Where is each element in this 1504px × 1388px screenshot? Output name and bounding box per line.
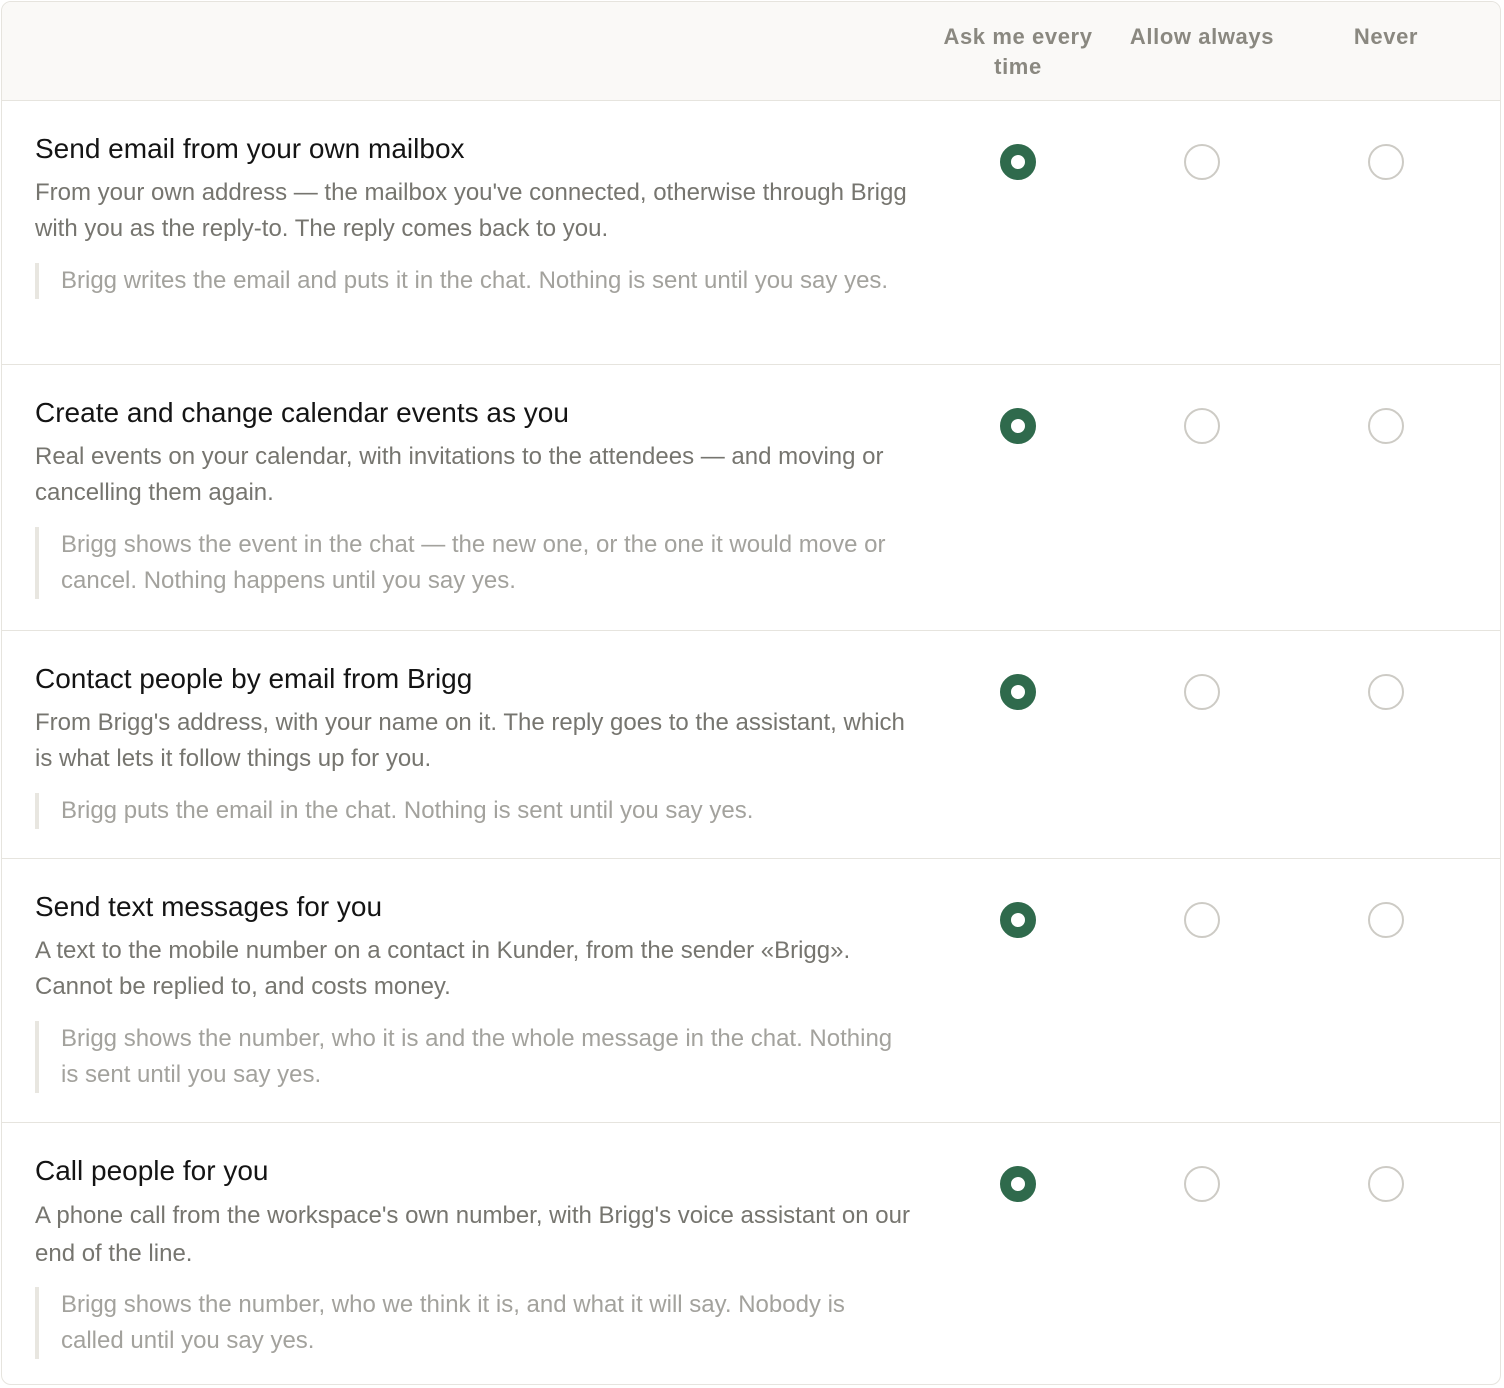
radio-allow-always[interactable] bbox=[1184, 902, 1220, 938]
permission-note: Brigg shows the number, who we think it … bbox=[35, 1287, 905, 1359]
permission-row-text-messages: Send text messages for you A text to the… bbox=[2, 859, 1500, 1123]
radio-never[interactable] bbox=[1368, 674, 1404, 710]
radio-ask-every-time[interactable] bbox=[1000, 1166, 1036, 1202]
radio-never[interactable] bbox=[1368, 902, 1404, 938]
radio-never[interactable] bbox=[1368, 1166, 1404, 1202]
permission-row-contact-by-email-from-brigg: Contact people by email from Brigg From … bbox=[2, 631, 1500, 859]
permission-description: From Brigg's address, with your name on … bbox=[35, 709, 905, 772]
permission-title: Send text messages for you bbox=[35, 891, 383, 922]
radio-never[interactable] bbox=[1368, 408, 1404, 444]
permission-note: Brigg shows the number, who it is and th… bbox=[35, 1021, 905, 1093]
permission-note: Brigg puts the email in the chat. Nothin… bbox=[35, 793, 905, 829]
permission-row-call-people: Call people for you A phone call from th… bbox=[2, 1123, 1500, 1384]
permission-description: A phone call from the workspace's own nu… bbox=[35, 1202, 910, 1267]
radio-allow-always[interactable] bbox=[1184, 144, 1220, 180]
radio-ask-every-time[interactable] bbox=[1000, 408, 1036, 444]
permission-description: A text to the mobile number on a contact… bbox=[35, 937, 851, 1000]
radio-ask-every-time[interactable] bbox=[1000, 674, 1036, 710]
radio-allow-always[interactable] bbox=[1184, 408, 1220, 444]
radio-never[interactable] bbox=[1368, 144, 1404, 180]
column-header-allow-always: Allow always bbox=[1129, 24, 1275, 49]
permissions-panel: Ask me every time Allow always Never Sen… bbox=[1, 1, 1501, 1385]
column-header-never: Never bbox=[1353, 24, 1419, 49]
radio-ask-every-time[interactable] bbox=[1000, 144, 1036, 180]
radio-allow-always[interactable] bbox=[1184, 1166, 1220, 1202]
column-header-ask-every-time: Ask me every time bbox=[943, 24, 1093, 79]
permission-title: Create and change calendar events as you bbox=[35, 397, 569, 428]
permission-description: From your own address — the mailbox you'… bbox=[35, 179, 907, 242]
permission-note: Brigg writes the email and puts it in th… bbox=[35, 263, 905, 299]
permission-note: Brigg shows the event in the chat — the … bbox=[35, 527, 905, 599]
permission-title: Contact people by email from Brigg bbox=[35, 663, 473, 694]
permission-description: Real events on your calendar, with invit… bbox=[35, 443, 884, 506]
permission-row-calendar-events: Create and change calendar events as you… bbox=[2, 365, 1500, 631]
radio-allow-always[interactable] bbox=[1184, 674, 1220, 710]
permission-row-send-email-own-mailbox: Send email from your own mailbox From yo… bbox=[2, 101, 1500, 365]
radio-ask-every-time[interactable] bbox=[1000, 902, 1036, 938]
permissions-table-header: Ask me every time Allow always Never bbox=[2, 2, 1500, 101]
permission-title: Send email from your own mailbox bbox=[35, 133, 465, 164]
permission-title: Call people for you bbox=[35, 1155, 269, 1186]
